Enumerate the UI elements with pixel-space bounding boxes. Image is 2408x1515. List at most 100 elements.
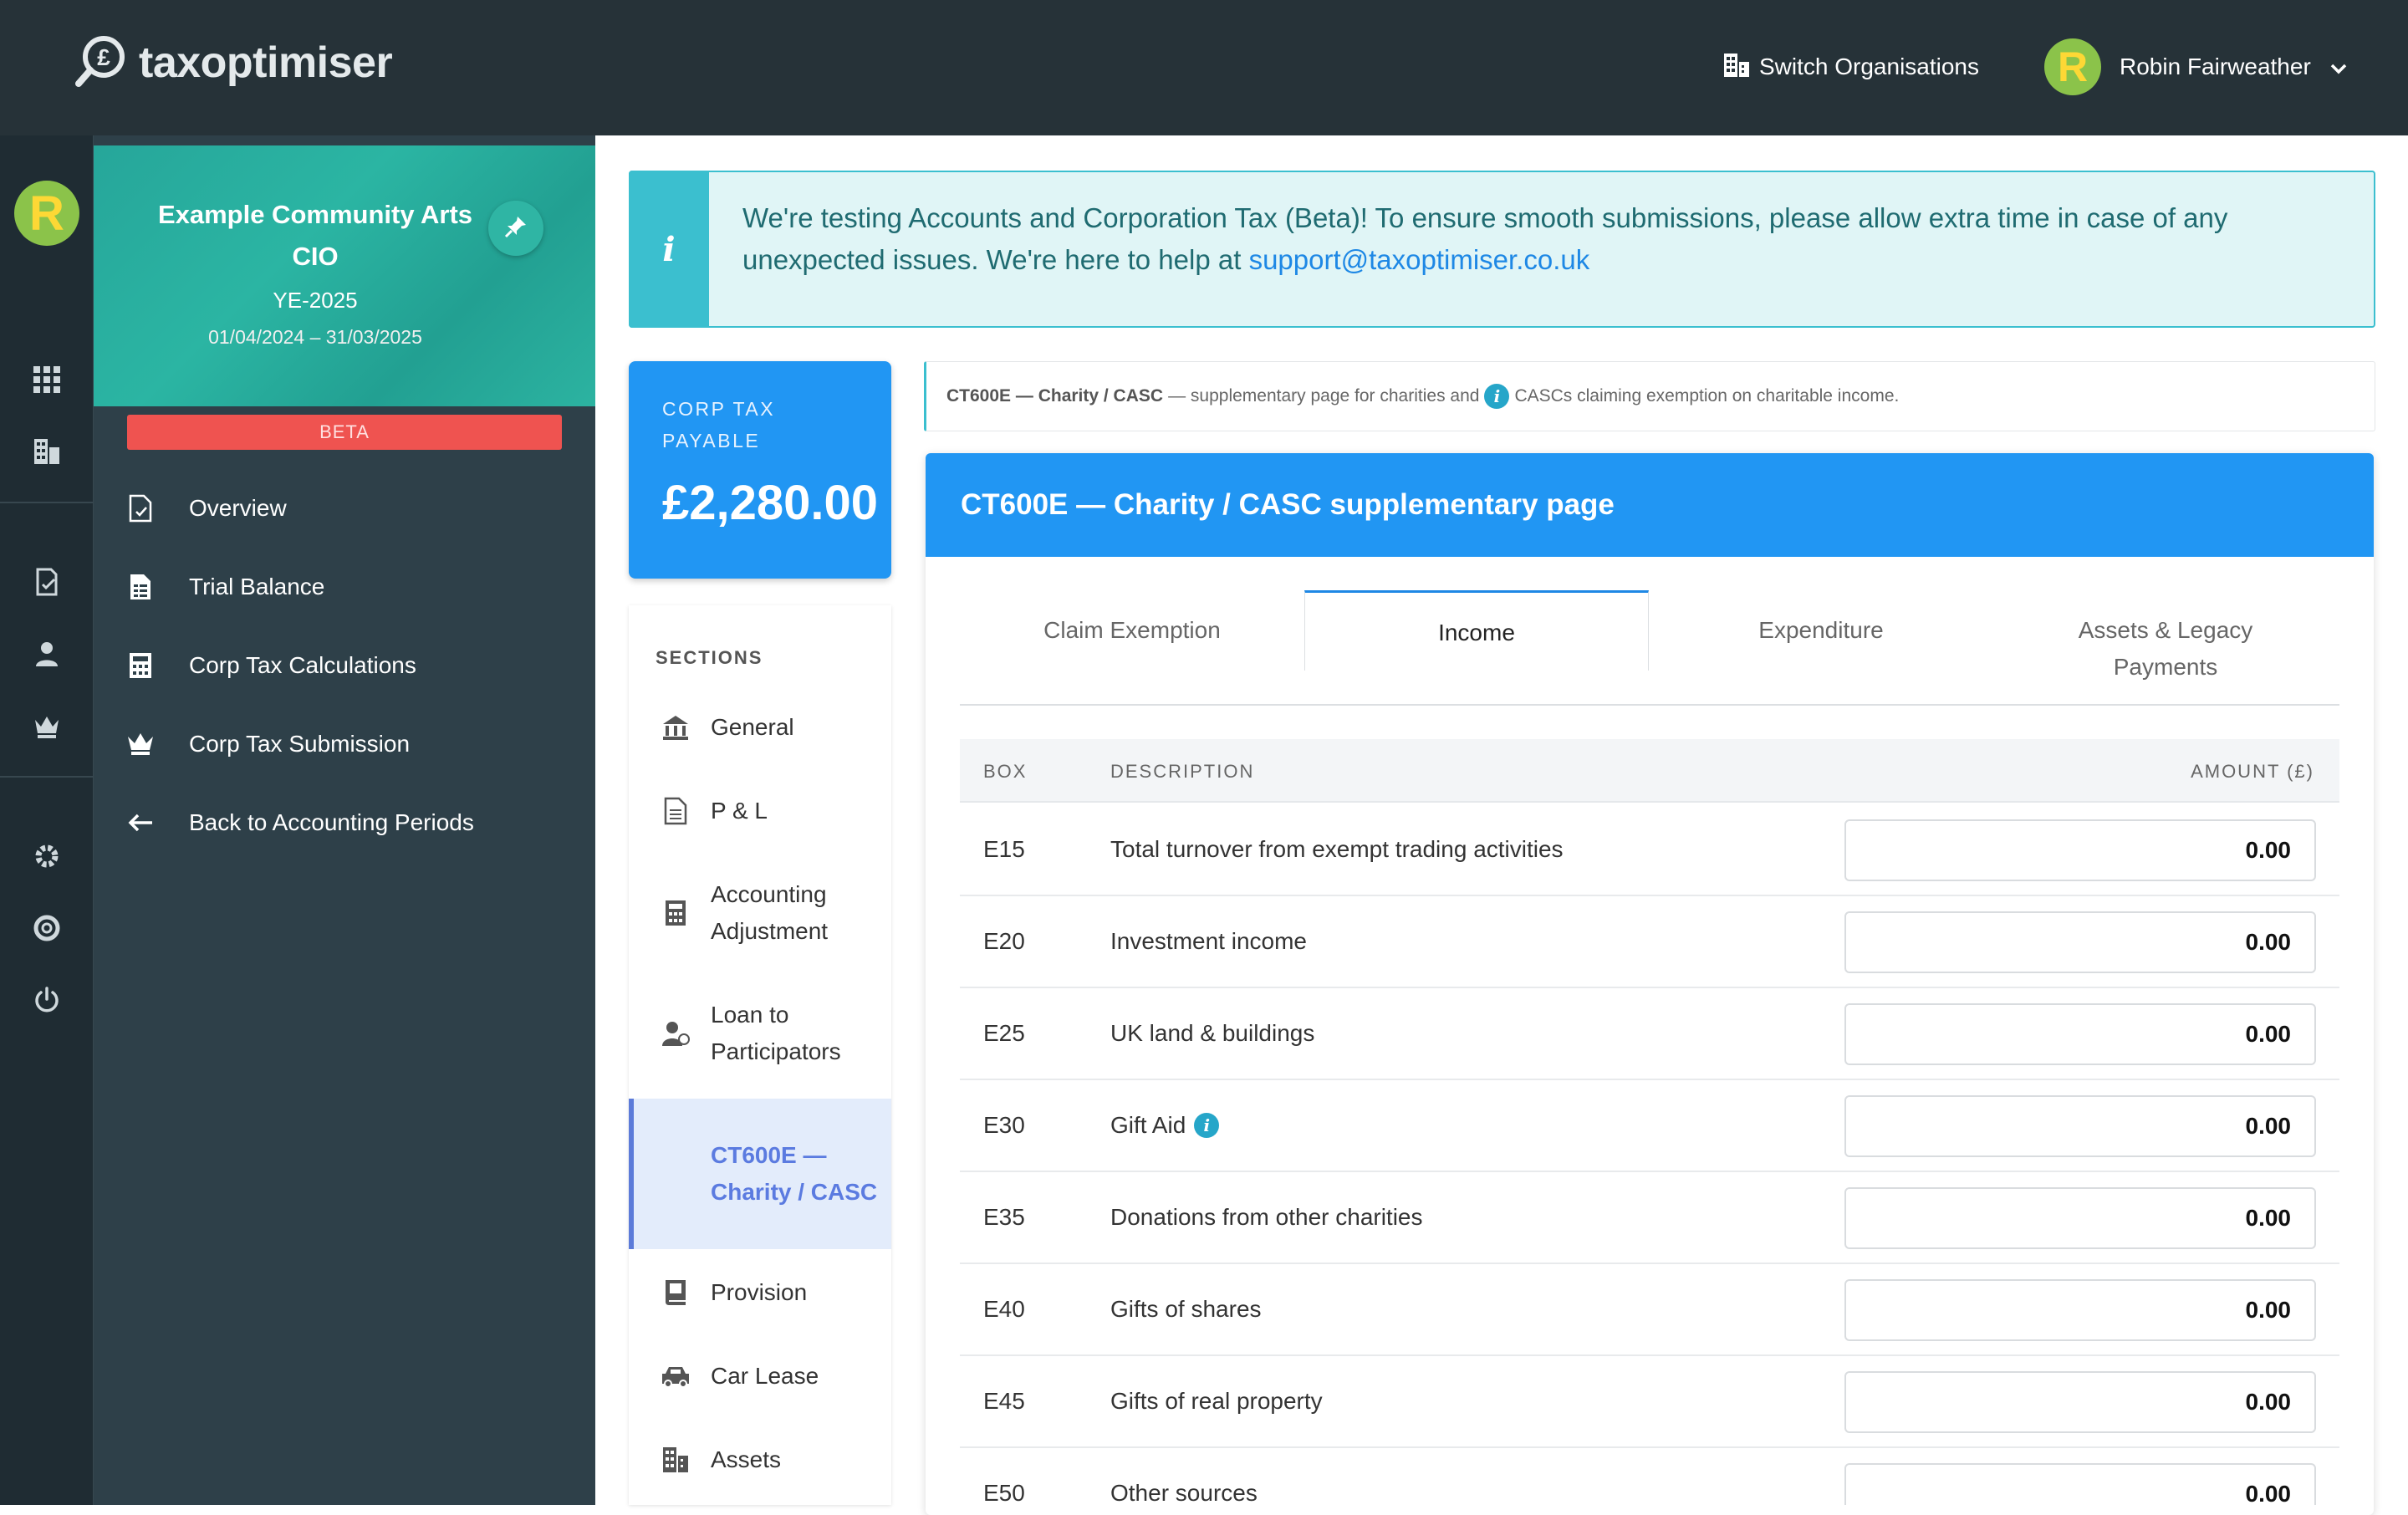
amount-input-e50[interactable] <box>1844 1463 2316 1505</box>
section-item-assets[interactable]: Assets <box>629 1435 891 1485</box>
settings-icon[interactable] <box>30 839 64 873</box>
amount-input-e45[interactable] <box>1844 1371 2316 1433</box>
document-icon <box>661 796 691 826</box>
tab-claim-exemption[interactable]: Claim Exemption <box>960 590 1304 671</box>
user-menu[interactable]: R Robin Fairweather <box>2044 38 2348 96</box>
org-dates: 01/04/2024 – 31/03/2025 <box>208 326 422 348</box>
corp-tax-value: £2,280.00 <box>662 476 879 530</box>
box-code: E30 <box>983 1112 1025 1138</box>
table-row: E50 Other sources <box>960 1448 2339 1505</box>
avatar[interactable]: R <box>14 181 79 246</box>
calculator-icon <box>125 650 156 681</box>
section-item-label: Loan to Participators <box>711 1002 841 1064</box>
box-code: E35 <box>983 1204 1025 1230</box>
nav-item-corp-tax-calculations[interactable]: Corp Tax Calculations <box>125 640 416 691</box>
amount-input-e35[interactable] <box>1844 1187 2316 1249</box>
tab-label: Expenditure <box>1758 617 1884 643</box>
document-check-icon <box>125 493 156 523</box>
pin-icon <box>503 214 528 243</box>
org-name: Example Community Arts CIO <box>157 200 473 271</box>
info-icon: i <box>629 171 709 328</box>
pin-button[interactable] <box>488 201 543 256</box>
row-description: Gifts of real property <box>1110 1388 1323 1415</box>
nav-item-overview[interactable]: Overview <box>125 483 287 533</box>
column-header-box: BOX <box>983 761 1028 782</box>
section-item-label: CT600E — Charity / CASC <box>711 1142 878 1205</box>
section-item-general[interactable]: General <box>629 702 891 752</box>
org-period: YE-2025 <box>273 288 358 313</box>
row-description-text: Investment income <box>1110 928 1307 954</box>
table-row: E45 Gifts of real property <box>960 1356 2339 1448</box>
info-strip-text: — supplementary page for charities and <box>1168 386 1480 406</box>
section-item-p-and-l[interactable]: P & L <box>629 786 891 836</box>
box-code: E15 <box>983 836 1025 862</box>
info-icon[interactable]: i <box>1194 1113 1220 1138</box>
nav-item-trial-balance[interactable]: Trial Balance <box>125 562 324 612</box>
row-description-text: Other sources <box>1110 1480 1258 1505</box>
app-logo[interactable]: £ taxoptimiser <box>75 33 393 93</box>
nav-item-corp-tax-submission[interactable]: Corp Tax Submission <box>125 719 410 769</box>
row-description: Gifts of shares <box>1110 1296 1262 1323</box>
table-row: E15 Total turnover from exempt trading a… <box>960 804 2339 896</box>
pound-magnifier-icon: £ <box>75 33 129 93</box>
sections-title: SECTIONS <box>656 647 763 668</box>
amount-input-e40[interactable] <box>1844 1279 2316 1341</box>
box-code: E40 <box>983 1296 1025 1322</box>
rail-divider <box>0 502 94 503</box>
section-item-loan-to-participators[interactable]: Loan to Participators <box>629 995 891 1072</box>
corp-tax-label: CORP TAX PAYABLE <box>662 398 776 451</box>
crown-icon[interactable] <box>30 709 64 742</box>
info-strip-text-continued: CASCs claiming exemption on charitable i… <box>1514 386 1900 406</box>
support-email-link[interactable]: support@taxoptimiser.co.uk <box>1249 244 1590 275</box>
amount-input-e20[interactable] <box>1844 911 2316 973</box>
row-description-text: Gifts of real property <box>1110 1388 1323 1414</box>
switch-organisations-label: Switch Organisations <box>1759 54 1980 79</box>
beta-badge: BETA <box>127 415 562 450</box>
help-lifebuoy-icon[interactable] <box>30 911 64 945</box>
section-item-provision[interactable]: Provision <box>629 1268 891 1318</box>
section-info-strip: CT600E — Charity / CASC — supplementary … <box>924 361 2375 431</box>
tab-expenditure[interactable]: Expenditure <box>1649 590 1993 671</box>
car-icon <box>661 1361 691 1391</box>
organisation-icon[interactable] <box>30 435 64 468</box>
switch-organisations-button[interactable]: Switch Organisations <box>1722 47 1979 87</box>
column-header-description: DESCRIPTION <box>1110 761 1255 782</box>
section-item-car-lease[interactable]: Car Lease <box>629 1351 891 1401</box>
apps-grid-icon[interactable] <box>30 363 64 396</box>
table-row: E20 Investment income <box>960 896 2339 988</box>
chevron-down-icon <box>2329 54 2348 80</box>
row-description-text: Gifts of shares <box>1110 1296 1262 1322</box>
amount-input-e30[interactable] <box>1844 1095 2316 1157</box>
organisation-icon <box>1722 50 1751 84</box>
row-description: Total turnover from exempt trading activ… <box>1110 836 1564 863</box>
tab-assets-legacy-payments[interactable]: Assets & Legacy Payments <box>1993 590 2338 680</box>
book-icon <box>661 1278 691 1308</box>
tab-label: Income <box>1438 620 1515 645</box>
info-icon[interactable]: i <box>1484 384 1510 409</box>
table-header: BOX DESCRIPTION AMOUNT (£) <box>960 739 2339 803</box>
nav-item-label: Corp Tax Calculations <box>189 652 416 678</box>
amount-input-e15[interactable] <box>1844 819 2316 881</box>
row-description: Donations from other charities <box>1110 1204 1423 1231</box>
card-title: CT600E — Charity / CASC supplementary pa… <box>926 453 2374 557</box>
tab-income[interactable]: Income <box>1304 590 1649 671</box>
table-row: E25 UK land & buildings <box>960 988 2339 1080</box>
table-row: E30 Gift Aid i <box>960 1080 2339 1172</box>
section-item-accounting-adjustment[interactable]: Accounting Adjustment <box>629 875 891 951</box>
user-icon[interactable] <box>30 637 64 671</box>
tab-label: Assets & Legacy Payments <box>2078 617 2253 680</box>
nav-item-back-to-accounting-periods[interactable]: Back to Accounting Periods <box>125 798 474 848</box>
nav-item-label: Back to Accounting Periods <box>189 809 474 835</box>
nav-item-label: Corp Tax Submission <box>189 731 411 757</box>
power-icon[interactable] <box>30 983 64 1017</box>
amount-input-e25[interactable] <box>1844 1003 2316 1065</box>
banner-message: We're testing Accounts and Corporation T… <box>742 197 2348 281</box>
document-check-icon[interactable] <box>30 565 64 599</box>
section-item-label: P & L <box>711 798 768 824</box>
avatar: R <box>2044 38 2101 95</box>
nav-item-label: Trial Balance <box>189 574 325 599</box>
row-description-text: Total turnover from exempt trading activ… <box>1110 836 1564 862</box>
arrow-left-icon <box>125 808 156 838</box>
table-row: E35 Donations from other charities <box>960 1172 2339 1264</box>
section-item-ct600e-charity-casc[interactable]: CT600E — Charity / CASC <box>629 1099 891 1249</box>
